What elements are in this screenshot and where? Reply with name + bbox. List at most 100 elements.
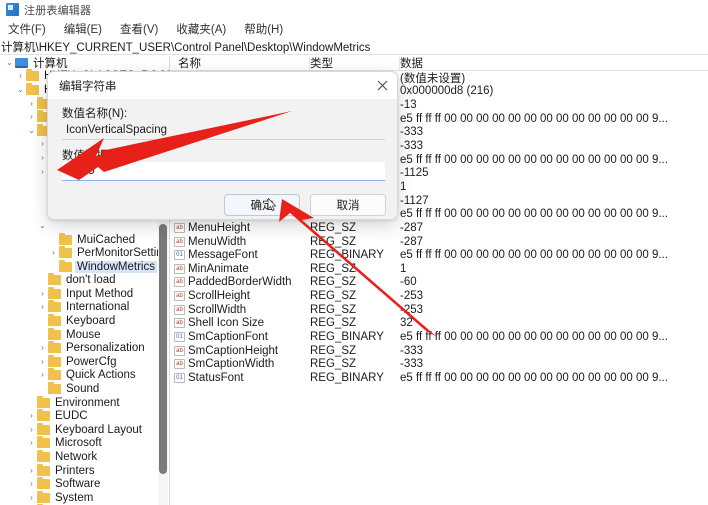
chevron-right-icon[interactable]: › [37, 358, 48, 366]
tree-item-keyboard[interactable]: Keyboard [0, 314, 170, 328]
tree-scrollbar-thumb[interactable] [159, 224, 167, 474]
chevron-right-icon[interactable]: › [37, 344, 48, 352]
table-row[interactable]: abScrollWidthREG_SZ-253 [170, 303, 708, 317]
string-value-icon: ab [174, 264, 185, 274]
column-header-type[interactable]: 类型 [310, 56, 400, 71]
tree-item-windowmetrics[interactable]: WindowMetrics [0, 260, 170, 274]
tree-item-printers[interactable]: ›Printers [0, 464, 170, 478]
value-name-input[interactable] [62, 121, 385, 140]
cell-name: abMinAnimate [170, 263, 310, 275]
tree-item[interactable]: ⌄ [0, 219, 170, 233]
cancel-button[interactable]: 取消 [310, 194, 386, 216]
chevron-right-icon[interactable]: › [26, 439, 37, 447]
menu-favorites[interactable]: 收藏夹(A) [176, 20, 235, 38]
dialog-titlebar: 编辑字符串 [48, 72, 398, 99]
tree-item-muicached[interactable]: MuiCached [0, 233, 170, 247]
table-row[interactable]: 01SmCaptionFontREG_BINARYe5 ff ff ff 00 … [170, 330, 708, 344]
tree-item-international[interactable]: ›International [0, 301, 170, 315]
chevron-right-icon[interactable]: › [37, 371, 48, 379]
tree-item-microsoft[interactable]: ›Microsoft [0, 437, 170, 451]
chevron-right-icon[interactable]: › [37, 303, 48, 311]
registry-path: 计算机\HKEY_CURRENT_USER\Control Panel\Desk… [0, 39, 370, 55]
value-name: ScrollHeight [188, 290, 250, 302]
string-value-icon: ab [174, 277, 185, 287]
table-row[interactable]: abPaddedBorderWidthREG_SZ-60 [170, 276, 708, 290]
value-name: Shell Icon Size [188, 317, 264, 329]
tree-item-permonitorsettin[interactable]: › PerMonitorSettin [0, 246, 170, 260]
string-value-icon: ab [174, 346, 185, 356]
value-data-input[interactable] [62, 162, 385, 181]
value-name: PaddedBorderWidth [188, 276, 292, 288]
chevron-right-icon[interactable]: › [26, 467, 37, 475]
table-row[interactable]: abMenuHeightREG_SZ-287 [170, 221, 708, 235]
table-row[interactable]: abShell Icon SizeREG_SZ32 [170, 317, 708, 331]
tree-item-quick-actions[interactable]: ›Quick Actions [0, 369, 170, 383]
tree-item-software[interactable]: › Software [0, 477, 170, 491]
tree-item-input-method[interactable]: › Input Method [0, 287, 170, 301]
chevron-right-icon[interactable]: › [26, 480, 37, 488]
chevron-right-icon[interactable]: › [26, 412, 37, 420]
folder-icon [48, 275, 61, 285]
tree-item-keyboard-layout[interactable]: ›Keyboard Layout [0, 423, 170, 437]
folder-icon [48, 316, 61, 326]
cell-type: REG_BINARY [310, 249, 400, 261]
menu-view[interactable]: 查看(V) [120, 20, 167, 38]
menu-edit[interactable]: 编辑(E) [64, 20, 111, 38]
close-icon[interactable] [365, 72, 398, 99]
tree-item-eudc[interactable]: ›EUDC [0, 409, 170, 423]
cell-data: -60 [400, 276, 708, 288]
menu-file[interactable]: 文件(F) [8, 20, 55, 38]
tree-item-personalization[interactable]: ›Personalization [0, 341, 170, 355]
chevron-right-icon[interactable]: › [26, 113, 37, 121]
tree-item-mouse[interactable]: Mouse [0, 328, 170, 342]
chevron-right-icon[interactable]: › [26, 100, 37, 108]
table-row[interactable]: abSmCaptionWidthREG_SZ-333 [170, 357, 708, 371]
cell-type: REG_SZ [310, 358, 400, 370]
cell-name: abScrollWidth [170, 304, 310, 316]
menubar: 文件(F) 编辑(E) 查看(V) 收藏夹(A) 帮助(H) [0, 20, 708, 38]
chevron-down-icon[interactable]: ⌄ [15, 86, 26, 94]
folder-icon [26, 71, 39, 81]
tree-item-label: Software [53, 478, 102, 490]
tree-item-don-t-load[interactable]: don't load [0, 274, 170, 288]
chevron-down-icon[interactable]: ⌄ [37, 222, 48, 230]
table-row[interactable]: abSmCaptionHeightREG_SZ-333 [170, 344, 708, 358]
tree-item-label: Input Method [64, 288, 135, 300]
folder-icon [59, 262, 72, 272]
tree-item-environment[interactable]: Environment [0, 396, 170, 410]
dialog-footer: 确定 取消 [48, 189, 398, 220]
cell-data: -1127 [400, 195, 708, 207]
tree-item-label: PerMonitorSettin [75, 247, 165, 259]
cell-data: e5 ff ff ff 00 00 00 00 00 00 00 00 00 0… [400, 249, 708, 261]
tree-item-powercfg[interactable]: › PowerCfg [0, 355, 170, 369]
chevron-right-icon[interactable]: › [26, 426, 37, 434]
folder-icon [59, 235, 72, 245]
cell-data: -287 [400, 222, 708, 234]
chevron-down-icon[interactable]: ⌄ [4, 59, 15, 67]
tree-item-[interactable]: ⌄计算机 [0, 56, 170, 70]
chevron-right-icon[interactable]: › [15, 72, 26, 80]
table-row[interactable]: 01StatusFontREG_BINARYe5 ff ff ff 00 00 … [170, 371, 708, 385]
chevron-right-icon[interactable]: › [48, 249, 59, 257]
tree-item-network[interactable]: Network [0, 450, 170, 464]
menu-help[interactable]: 帮助(H) [244, 20, 292, 38]
table-row[interactable]: abScrollHeightREG_SZ-253 [170, 289, 708, 303]
folder-icon [48, 370, 61, 380]
address-bar[interactable]: 计算机\HKEY_CURRENT_USER\Control Panel\Desk… [0, 39, 708, 55]
chevron-right-icon[interactable]: › [26, 494, 37, 502]
folder-icon [37, 479, 50, 489]
table-row[interactable]: abMinAnimateREG_SZ1 [170, 262, 708, 276]
chevron-down-icon[interactable]: ⌄ [26, 127, 37, 135]
tree-item-label: PowerCfg [64, 356, 119, 368]
value-data-label: 数值数据(V): [62, 147, 127, 163]
tree-item-sound[interactable]: Sound [0, 382, 170, 396]
column-header-data[interactable]: 数据 [400, 56, 708, 71]
tree-item-system[interactable]: ›System [0, 491, 170, 505]
table-row[interactable]: abMenuWidthREG_SZ-287 [170, 235, 708, 249]
chevron-right-icon[interactable]: › [37, 290, 48, 298]
value-name: SmCaptionFont [188, 331, 268, 343]
column-header-name[interactable]: 名称 [170, 56, 310, 71]
ok-button[interactable]: 确定 [224, 194, 300, 216]
table-row[interactable]: 01MessageFontREG_BINARYe5 ff ff ff 00 00… [170, 248, 708, 262]
window-titlebar: 注册表编辑器 [0, 0, 708, 19]
